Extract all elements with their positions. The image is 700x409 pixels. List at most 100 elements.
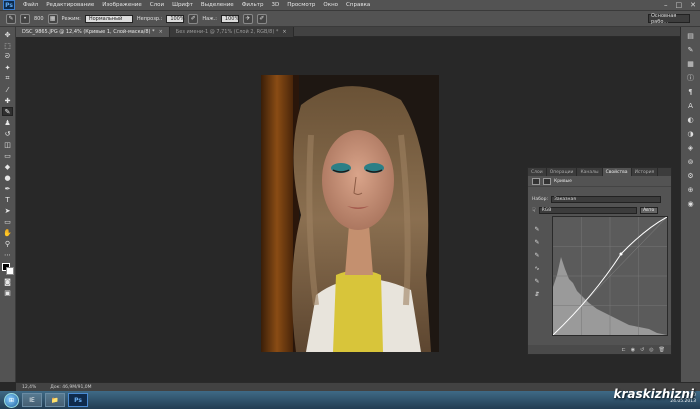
pressure-opacity-icon[interactable]: ✐ — [188, 13, 199, 24]
zoom-level[interactable]: 12,4% — [22, 385, 36, 390]
opacity-field[interactable]: 100% — [166, 14, 185, 23]
start-button[interactable]: ⊞ — [4, 392, 19, 408]
layer-mask-icon[interactable] — [543, 177, 551, 185]
pen-tool-icon[interactable]: ✒ — [2, 184, 13, 193]
menu-filter[interactable]: Фильтр — [238, 2, 268, 8]
eyedropper-tool-icon[interactable]: ⁄ — [2, 85, 13, 94]
marquee-tool-icon[interactable]: ⬚ — [2, 41, 13, 50]
color-swatches[interactable] — [1, 263, 14, 275]
menu-layers[interactable]: Слои — [146, 2, 168, 8]
curves-adjustment-icon[interactable] — [532, 177, 540, 185]
tab-label: Без имени-1 @ 7,71% (Слой 2, RGB/8) * — [175, 29, 279, 35]
properties-panel-icon[interactable]: ⚙ — [685, 171, 697, 180]
document-image[interactable] — [261, 75, 439, 352]
preset-select[interactable]: Заказная — [551, 195, 662, 203]
blur-tool-icon[interactable]: ◆ — [2, 162, 13, 171]
clip-layer-icon[interactable]: ⊏ — [621, 347, 625, 353]
tab-channels[interactable]: Каналы — [577, 168, 603, 176]
lasso-tool-icon[interactable]: ᘐ — [2, 52, 13, 61]
menu-window[interactable]: Окно — [319, 2, 342, 8]
reset-icon[interactable]: ↺ — [640, 347, 644, 353]
airbrush-icon[interactable]: ✈ — [242, 13, 253, 24]
gradient-tool-icon[interactable]: ▭ — [2, 151, 13, 160]
menu-view[interactable]: Просмотр — [283, 2, 319, 8]
curve-point[interactable] — [619, 252, 623, 256]
properties-header: Кривые — [528, 176, 671, 187]
eyedropper-white-icon[interactable]: ✎ — [534, 252, 539, 259]
clone-stamp-tool-icon[interactable]: ♟ — [2, 118, 13, 127]
taskbar-explorer[interactable]: 📁 — [45, 393, 65, 407]
color-panel-icon[interactable]: ◉ — [685, 199, 697, 208]
menu-file[interactable]: Файл — [19, 2, 42, 8]
auto-button[interactable]: Авто — [639, 206, 658, 214]
adjustments-panel-icon[interactable]: ◑ — [685, 129, 697, 138]
minimize-button[interactable]: – — [664, 1, 668, 9]
paragraph-panel-icon[interactable]: ¶ — [685, 87, 697, 96]
tab-document-2[interactable]: Без имени-1 @ 7,71% (Слой 2, RGB/8) * × — [169, 27, 294, 37]
curve-points-icon[interactable]: ∿ — [534, 265, 539, 272]
hand-tool-icon[interactable]: ✋ — [2, 228, 13, 237]
curves-chart[interactable] — [552, 216, 668, 336]
history-brush-tool-icon[interactable]: ↺ — [2, 129, 13, 138]
brush-panel-icon[interactable]: ▦ — [47, 13, 58, 24]
character-panel-icon[interactable]: A — [685, 101, 697, 110]
screen-mode-icon[interactable]: ▣ — [2, 288, 13, 297]
menu-help[interactable]: Справка — [342, 2, 374, 8]
crop-tool-icon[interactable]: ⌗ — [2, 74, 13, 83]
menu-type[interactable]: Шрифт — [168, 2, 197, 8]
background-color[interactable] — [5, 267, 14, 275]
close-icon[interactable]: × — [282, 29, 286, 35]
smooth-curve-icon[interactable]: ⇵ — [534, 291, 539, 298]
menu-image[interactable]: Изображение — [98, 2, 146, 8]
trash-icon[interactable]: 🗑 — [659, 347, 665, 353]
mode-select[interactable]: Нормальный — [84, 14, 133, 23]
tab-properties[interactable]: Свойства — [602, 168, 632, 176]
curves-graph[interactable] — [552, 216, 668, 336]
navigator-panel-icon[interactable]: ⊕ — [685, 185, 697, 194]
quick-mask-icon[interactable]: ◙ — [2, 277, 13, 286]
path-select-tool-icon[interactable]: ➤ — [2, 206, 13, 215]
channel-select[interactable]: RGB — [538, 206, 637, 214]
tab-actions[interactable]: Операции — [547, 168, 578, 176]
pressure-size-icon[interactable]: ✐ — [256, 13, 267, 24]
menu-3d[interactable]: 3D — [267, 2, 283, 8]
target-adjust-icon[interactable]: ☟ — [532, 207, 536, 214]
view-previous-icon[interactable]: ◉ — [631, 347, 635, 353]
brush-preset-icon[interactable]: • — [20, 13, 30, 24]
dodge-tool-icon[interactable]: ● — [2, 173, 13, 182]
brush-tool-icon[interactable]: ✎ — [2, 107, 13, 116]
maximize-button[interactable]: □ — [676, 1, 683, 9]
channels-panel-icon[interactable]: ⊚ — [685, 157, 697, 166]
swatches-panel-icon[interactable]: ▦ — [685, 59, 697, 68]
eyedropper-black-icon[interactable]: ✎ — [534, 226, 539, 233]
tab-document-1[interactable]: DSC_9865.JPG @ 12,4% (Кривые 1, Слой-мас… — [16, 27, 170, 37]
history-panel-icon[interactable]: ▤ — [685, 31, 697, 40]
pencil-draw-icon[interactable]: ✎ — [534, 278, 539, 285]
visibility-icon[interactable]: ◎ — [649, 347, 653, 353]
taskbar-photoshop[interactable]: Ps — [68, 393, 88, 407]
close-button[interactable]: ✕ — [690, 1, 696, 9]
tab-history[interactable]: История — [632, 168, 659, 176]
eyedropper-gray-icon[interactable]: ✎ — [534, 239, 539, 246]
layers-panel-icon[interactable]: ◈ — [685, 143, 697, 152]
flow-label: Наж.: — [202, 15, 217, 22]
move-tool-icon[interactable]: ✥ — [2, 30, 13, 39]
brush-panel-icon[interactable]: ✎ — [685, 45, 697, 54]
workspace-select[interactable]: Основная рабо... — [648, 13, 690, 25]
extra-tools-icon[interactable]: ⋯ — [2, 250, 13, 259]
styles-panel-icon[interactable]: ◐ — [685, 115, 697, 124]
flow-field[interactable]: 100% — [220, 14, 239, 23]
taskbar-ie[interactable]: IE — [22, 393, 42, 407]
menu-select[interactable]: Выделение — [197, 2, 238, 8]
zoom-tool-icon[interactable]: ⚲ — [2, 239, 13, 248]
close-icon[interactable]: × — [159, 29, 163, 35]
brush-tool-icon[interactable]: ✎ — [6, 13, 16, 24]
healing-tool-icon[interactable]: ✚ — [2, 96, 13, 105]
type-tool-icon[interactable]: T — [2, 195, 13, 204]
quick-select-tool-icon[interactable]: ✦ — [2, 63, 13, 72]
eraser-tool-icon[interactable]: ◫ — [2, 140, 13, 149]
shape-tool-icon[interactable]: ▭ — [2, 217, 13, 226]
menu-edit[interactable]: Редактирование — [42, 2, 98, 8]
info-panel-icon[interactable]: ⓘ — [685, 73, 697, 82]
tab-layers[interactable]: Слои — [528, 168, 547, 176]
